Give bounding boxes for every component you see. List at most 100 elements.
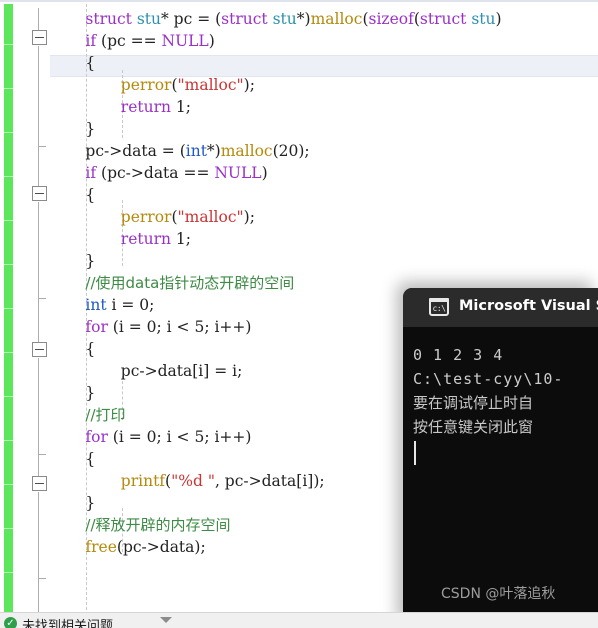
chevron-up-icon[interactable] xyxy=(160,617,172,623)
code-token: int xyxy=(85,296,107,314)
console-output-window[interactable]: c:\ Microsoft Visual Stu 0 1 2 3 4 C:\te… xyxy=(403,288,598,628)
code-line: { xyxy=(85,184,95,206)
code-token: ); xyxy=(243,208,255,226)
code-line: if (pc == NULL) xyxy=(85,30,214,52)
code-token: printf xyxy=(120,472,166,490)
code-line: { xyxy=(85,448,95,470)
console-title: Microsoft Visual Stu xyxy=(459,298,598,314)
code-token: *) xyxy=(206,142,221,160)
code-token: , pc->data[i]); xyxy=(214,472,325,490)
outlining-margin[interactable] xyxy=(28,2,50,612)
code-line: pc->data[i] = i; xyxy=(121,360,243,382)
code-line: //释放开辟的内存空间 xyxy=(85,514,230,536)
code-token: { xyxy=(85,186,96,204)
code-line: free(pc->data); xyxy=(85,536,205,558)
code-token: (pc->data == xyxy=(96,164,215,182)
code-token: * pc = ( xyxy=(160,10,222,28)
application-window: struct stu* pc = (struct stu*)malloc(siz… xyxy=(0,0,598,628)
code-token: 1; xyxy=(170,230,191,248)
console-line-path: C:\test-cyy\10- xyxy=(413,370,564,388)
code-line: } xyxy=(85,118,95,140)
console-line-hint-1: 要在调试停止时自 xyxy=(413,394,534,412)
code-line: } xyxy=(85,250,95,272)
code-token: int xyxy=(185,142,207,160)
status-bar[interactable]: ✓ 未找到相关问题 xyxy=(0,612,598,628)
code-token: "malloc" xyxy=(177,208,244,226)
code-token: ) xyxy=(208,32,215,50)
code-token: sizeof xyxy=(368,10,414,28)
code-line: //使用data指针动态开辟的空间 xyxy=(85,272,294,294)
fold-toggle-for-assign[interactable] xyxy=(32,342,47,357)
code-token: //释放开辟的内存空间 xyxy=(85,516,231,534)
code-line: printf("%d ", pc->data[i]); xyxy=(121,470,325,492)
code-line: { xyxy=(85,52,95,74)
code-line: struct stu* pc = (struct stu*)malloc(siz… xyxy=(85,8,501,30)
csdn-watermark: CSDN @叶落追秋 xyxy=(441,586,556,602)
fold-toggle-if-data-null[interactable] xyxy=(32,186,47,201)
code-token: } xyxy=(85,120,96,138)
code-token: "malloc" xyxy=(177,76,244,94)
code-line: if (pc->data == NULL) xyxy=(85,162,267,184)
check-circle-icon: ✓ xyxy=(4,617,17,628)
code-token: perror xyxy=(120,208,172,226)
console-window-icon: c:\ xyxy=(429,298,449,316)
code-token: pc->data = ( xyxy=(85,142,186,160)
code-token: { xyxy=(85,54,96,72)
code-line: { xyxy=(85,338,95,360)
code-line: //打印 xyxy=(85,404,125,426)
code-token: NULL xyxy=(214,164,262,182)
code-line: } xyxy=(85,382,95,404)
code-token: free xyxy=(85,538,117,556)
code-token: malloc xyxy=(310,10,363,28)
code-token: return xyxy=(120,98,171,116)
change-tracking-bar xyxy=(4,4,13,612)
code-token: *) xyxy=(296,10,311,28)
code-line: for (i = 0; i < 5; i++) xyxy=(85,426,251,448)
console-caret xyxy=(414,441,416,465)
code-token: ) xyxy=(261,164,268,182)
code-token: } xyxy=(85,494,96,512)
indicator-margin[interactable] xyxy=(13,2,28,612)
code-line: perror("malloc"); xyxy=(121,74,255,96)
code-token: stu xyxy=(136,10,161,28)
code-token: 1; xyxy=(170,98,191,116)
fold-toggle-if-null[interactable] xyxy=(32,30,47,45)
code-token: (i = 0; i < 5; i++) xyxy=(107,428,252,446)
console-titlebar[interactable]: c:\ Microsoft Visual Stu xyxy=(403,288,598,327)
console-line-output: 0 1 2 3 4 xyxy=(413,346,504,364)
code-token: stu xyxy=(272,10,297,28)
code-token: stu xyxy=(471,10,496,28)
code-token: ) xyxy=(495,10,502,28)
code-line: for (i = 0; i < 5; i++) xyxy=(85,316,251,338)
code-token: struct xyxy=(221,10,273,28)
code-token: { xyxy=(85,340,96,358)
code-token: malloc xyxy=(220,142,273,160)
code-token: //使用data指针动态开辟的空间 xyxy=(85,274,295,292)
code-line: perror("malloc"); xyxy=(121,206,255,228)
code-token: } xyxy=(85,384,96,402)
console-line-hint-2: 按任意键关闭此窗 xyxy=(413,418,534,436)
code-token: if xyxy=(85,32,97,50)
code-token: { xyxy=(85,450,96,468)
code-token: perror xyxy=(120,76,172,94)
code-token: struct xyxy=(85,10,137,28)
code-token: (pc == xyxy=(96,32,162,50)
code-line: return 1; xyxy=(121,228,191,250)
code-line: pc->data = (int*)malloc(20); xyxy=(85,140,309,162)
code-line: } xyxy=(85,492,95,514)
code-line: int i = 0; xyxy=(85,294,154,316)
code-token: NULL xyxy=(161,32,209,50)
code-line: return 1; xyxy=(121,96,191,118)
code-token: for xyxy=(85,428,108,446)
code-token: pc->data[i] = i; xyxy=(120,362,243,380)
status-bar-message: 未找到相关问题 xyxy=(22,619,114,628)
code-token: "%d " xyxy=(171,472,215,490)
code-token: } xyxy=(85,252,96,270)
code-token: return xyxy=(120,230,171,248)
code-token: i = 0; xyxy=(106,296,155,314)
fold-toggle-for-print[interactable] xyxy=(32,476,47,491)
code-token: struct xyxy=(419,10,472,28)
code-token: (i = 0; i < 5; i++) xyxy=(107,318,252,336)
code-token: (20); xyxy=(272,142,310,160)
code-token: for xyxy=(85,318,108,336)
